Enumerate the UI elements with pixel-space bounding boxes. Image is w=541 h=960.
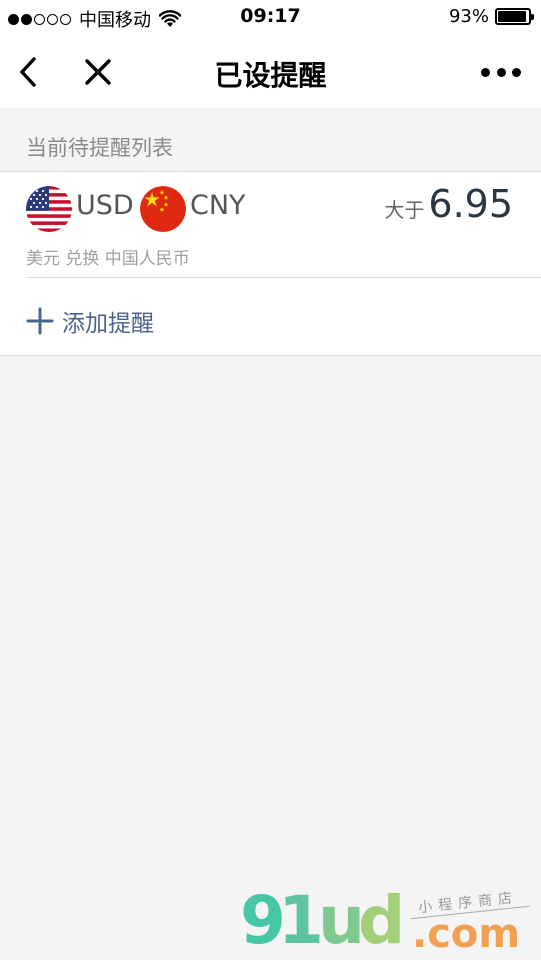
- alert-list: USD CNY 大于 6.95 美元 兑换 中国人民币 添加提醒: [0, 172, 541, 356]
- screen: 中国移动 09:17 93% 已设提醒 当前待提醒列表 USD CNY 大于 6…: [0, 0, 541, 960]
- alert-condition: 大于 6.95: [384, 182, 513, 226]
- cn-flag-icon: [140, 186, 186, 232]
- condition-label: 大于: [384, 198, 425, 222]
- add-alert-button[interactable]: 添加提醒: [0, 278, 541, 356]
- watermark-char: d: [358, 882, 406, 959]
- to-currency-code: CNY: [190, 190, 246, 221]
- more-dot: [481, 67, 490, 77]
- more-dot: [496, 67, 506, 77]
- section-header-label: 当前待提醒列表: [26, 136, 173, 160]
- pair-description: 美元 兑换 中国人民币: [26, 249, 190, 269]
- status-bar: 中国移动 09:17 93%: [0, 0, 541, 36]
- battery-percent: 93%: [448, 6, 489, 27]
- section-header: 当前待提醒列表: [0, 108, 541, 172]
- more-dot: [512, 67, 521, 77]
- more-dots-icon[interactable]: [481, 62, 521, 82]
- battery-fill: [498, 11, 526, 22]
- us-flag-icon: [26, 186, 72, 232]
- page-title: 已设提醒: [214, 59, 327, 92]
- watermark-suffix: .com: [412, 911, 521, 957]
- status-right: 93%: [448, 6, 534, 27]
- add-alert-label: 添加提醒: [62, 311, 154, 337]
- condition-value: 6.95: [428, 182, 513, 226]
- nav-bar: 已设提醒: [0, 36, 541, 108]
- alert-item-usd-cny[interactable]: USD CNY 大于 6.95 美元 兑换 中国人民币: [0, 172, 541, 278]
- from-currency-code: USD: [76, 190, 134, 221]
- battery-icon: [495, 8, 534, 25]
- watermark-logo: 9 1 u d .com 小程序商店: [240, 888, 540, 960]
- plus-icon: [26, 307, 54, 335]
